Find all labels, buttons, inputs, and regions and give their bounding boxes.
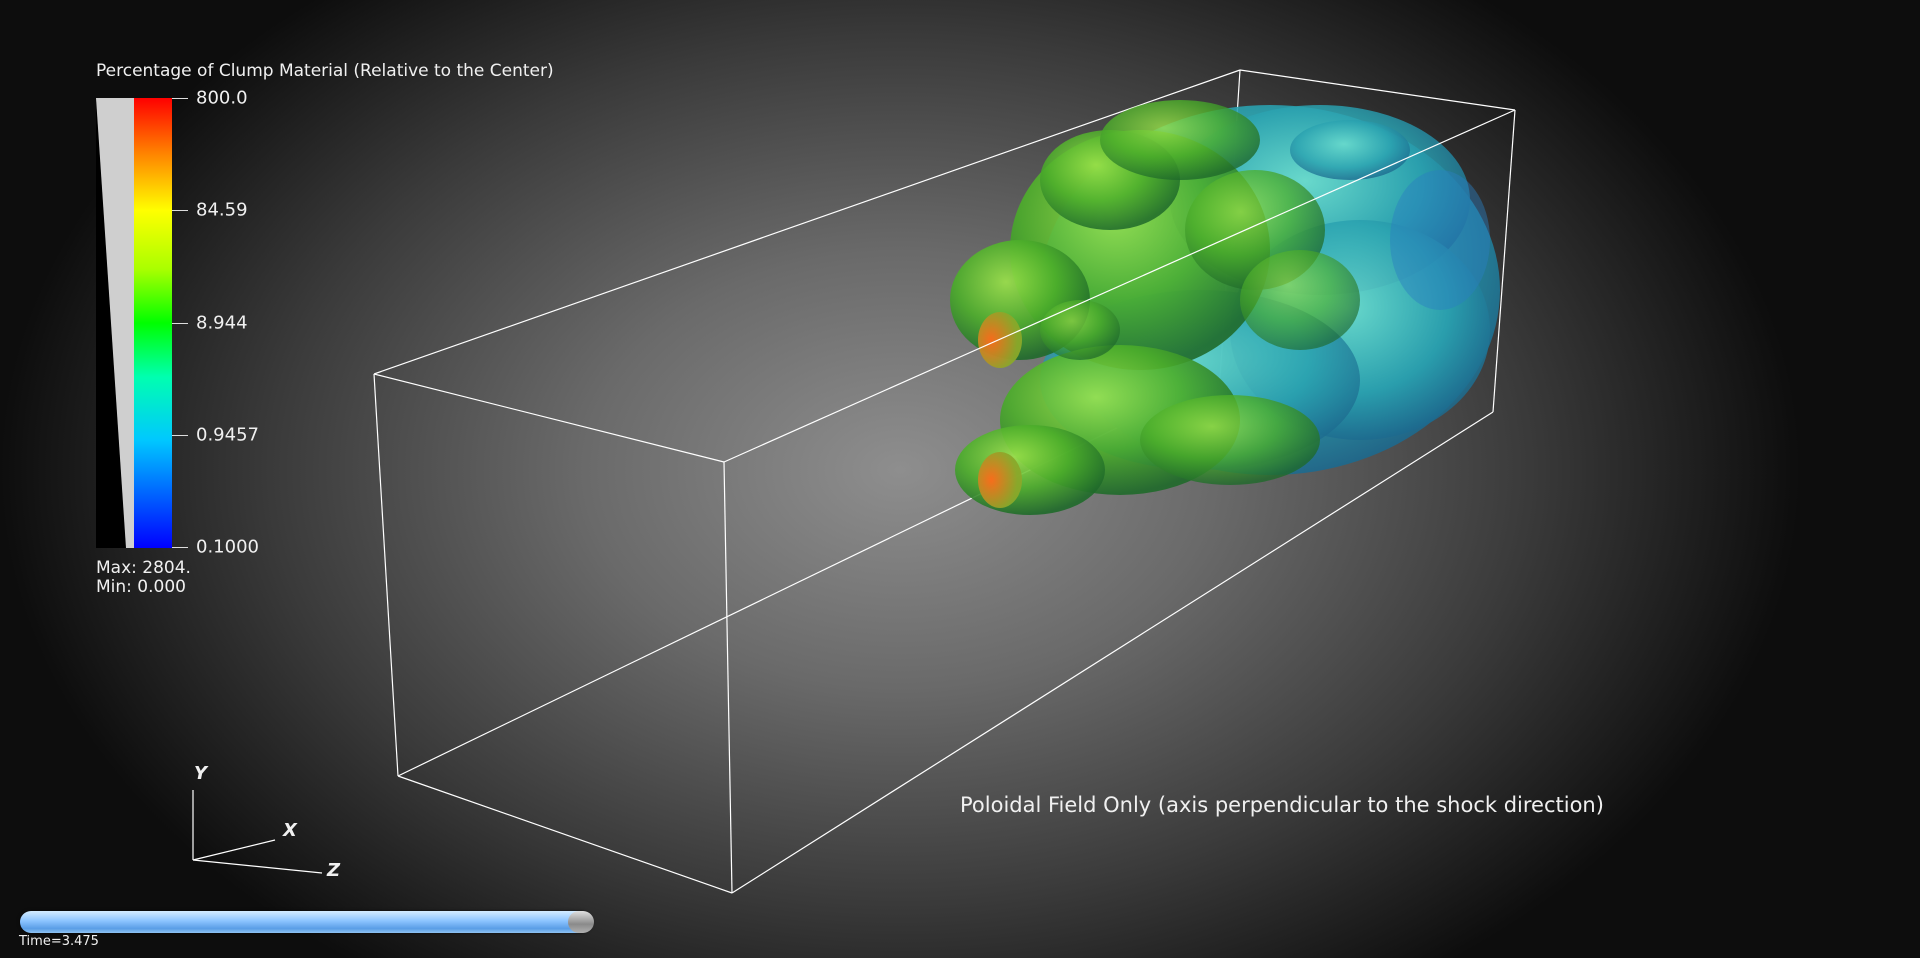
box-edge bbox=[723, 461, 733, 894]
orientation-axes bbox=[192, 790, 323, 874]
x-axis-label: X bbox=[283, 820, 297, 841]
legend-tick-label: 0.1000 bbox=[196, 536, 259, 558]
legend-tick-label: 84.59 bbox=[196, 199, 248, 221]
box-edge bbox=[1239, 69, 1516, 111]
legend-tick-label: 800.0 bbox=[196, 87, 248, 109]
time-slider-knob[interactable] bbox=[568, 911, 594, 933]
clump-volume-render bbox=[950, 100, 1500, 515]
legend-tick bbox=[172, 547, 188, 548]
opacity-ramp bbox=[96, 98, 134, 548]
caption-text: Poloidal Field Only (axis perpendicular … bbox=[960, 793, 1604, 817]
legend-tick bbox=[172, 323, 188, 324]
legend-min: Min: 0.000 bbox=[96, 577, 186, 597]
legend-tick bbox=[172, 435, 188, 436]
y-axis-label: Y bbox=[194, 763, 208, 784]
legend-max: Max: 2804. bbox=[96, 558, 191, 578]
legend-tick bbox=[172, 98, 188, 99]
time-label: Time=3.475 bbox=[19, 934, 99, 949]
box-edge bbox=[397, 775, 733, 894]
legend-tick bbox=[172, 210, 188, 211]
box-edge bbox=[373, 373, 725, 463]
z-axis-label: Z bbox=[327, 860, 341, 881]
legend-tick-label: 0.9457 bbox=[196, 424, 259, 446]
legend-tick-label: 8.944 bbox=[196, 312, 248, 334]
time-slider[interactable] bbox=[20, 911, 594, 933]
box-edge bbox=[373, 373, 399, 777]
legend-title: Percentage of Clump Material (Relative t… bbox=[96, 61, 554, 81]
x-axis-line bbox=[192, 839, 276, 861]
color-bar bbox=[134, 98, 172, 548]
z-axis-line bbox=[192, 859, 323, 874]
